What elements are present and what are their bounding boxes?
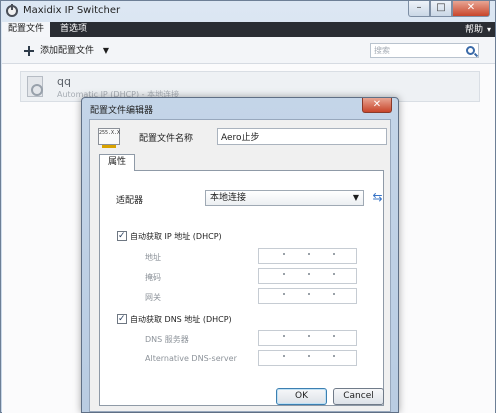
checkbox-icon[interactable] — [117, 230, 127, 242]
menu-bar: 配置文件 首选项 帮助 — [2, 22, 495, 37]
search-icon[interactable] — [466, 46, 475, 55]
dns-server-label: DNS 服务器 — [145, 335, 189, 344]
dialog-title: 配置文件编辑器 — [90, 106, 154, 116]
ip-address-field[interactable] — [258, 248, 357, 264]
subnet-mask-label: 掩码 — [145, 273, 161, 282]
chevron-down-icon: ▼ — [352, 193, 359, 202]
add-profile-button[interactable]: 添加配置文件 ▼ — [24, 44, 109, 58]
chevron-down-icon[interactable]: ▼ — [103, 44, 109, 58]
dns-server-field[interactable] — [258, 330, 357, 346]
dhcp-dns-checkbox[interactable]: 自动获取 DNS 地址 (DHCP) — [117, 313, 232, 326]
title-bar[interactable]: Maxidix IP Switcher – □ ✕ — [1, 1, 495, 22]
menu-preferences[interactable]: 首选项 — [54, 22, 93, 37]
checkbox-icon[interactable] — [117, 313, 127, 325]
caption-buttons: – □ ✕ — [408, 1, 490, 17]
subnet-mask-field[interactable] — [258, 268, 357, 284]
add-profile-label: 添加配置文件 — [40, 46, 95, 56]
dhcp-dns-label: 自动获取 DNS 地址 (DHCP) — [130, 315, 232, 324]
profile-name-label: 配置文件名称 — [139, 134, 194, 144]
menu-profiles[interactable]: 配置文件 — [2, 22, 51, 37]
dhcp-ip-label: 自动获取 IP 地址 (DHCP) — [130, 232, 222, 241]
minimize-button[interactable]: – — [408, 1, 430, 17]
tab-properties[interactable]: 属性 — [99, 154, 135, 171]
gateway-field[interactable] — [258, 288, 357, 304]
dialog-close-button[interactable]: ✕ — [362, 98, 392, 113]
profile-name: qq — [57, 75, 71, 88]
network-card-icon: 255.X.X — [98, 128, 120, 148]
menu-help[interactable]: 帮助 — [465, 22, 491, 37]
adapter-select[interactable]: 本地连接 ▼ — [205, 190, 364, 206]
gateway-label: 网关 — [145, 293, 161, 302]
plus-icon — [24, 46, 34, 56]
maximize-button[interactable]: □ — [430, 1, 452, 17]
properties-panel: 适配器 本地连接 ▼ ⇆ 自动获取 IP 地址 (DHCP) 地址 掩码 网关 — [99, 170, 384, 406]
alt-dns-field[interactable] — [258, 350, 357, 366]
profile-name-input[interactable] — [217, 128, 387, 145]
dialog-body: 255.X.X 配置文件名称 属性 适配器 本地连接 ▼ ⇆ 自动获取 IP 地… — [89, 119, 391, 412]
window-title: Maxidix IP Switcher — [23, 5, 121, 16]
dhcp-ip-checkbox[interactable]: 自动获取 IP 地址 (DHCP) — [117, 230, 222, 243]
cancel-button[interactable]: Cancel — [333, 388, 384, 405]
search-input[interactable] — [371, 44, 463, 57]
profile-editor-dialog: 配置文件编辑器 ✕ 255.X.X 配置文件名称 属性 适配器 本地连接 ▼ ⇆… — [81, 97, 399, 413]
adapter-value: 本地连接 — [210, 193, 247, 203]
toolbar: 添加配置文件 ▼ — [2, 37, 495, 64]
profile-icon — [27, 76, 43, 97]
refresh-icon[interactable]: ⇆ — [371, 191, 384, 204]
close-button[interactable]: ✕ — [452, 1, 490, 17]
search-box — [370, 43, 479, 58]
adapter-label: 适配器 — [116, 196, 144, 206]
ip-address-label: 地址 — [145, 253, 161, 262]
power-icon[interactable] — [6, 4, 18, 17]
ok-button[interactable]: OK — [276, 388, 327, 405]
alt-dns-label: Alternative DNS-server — [145, 354, 237, 363]
